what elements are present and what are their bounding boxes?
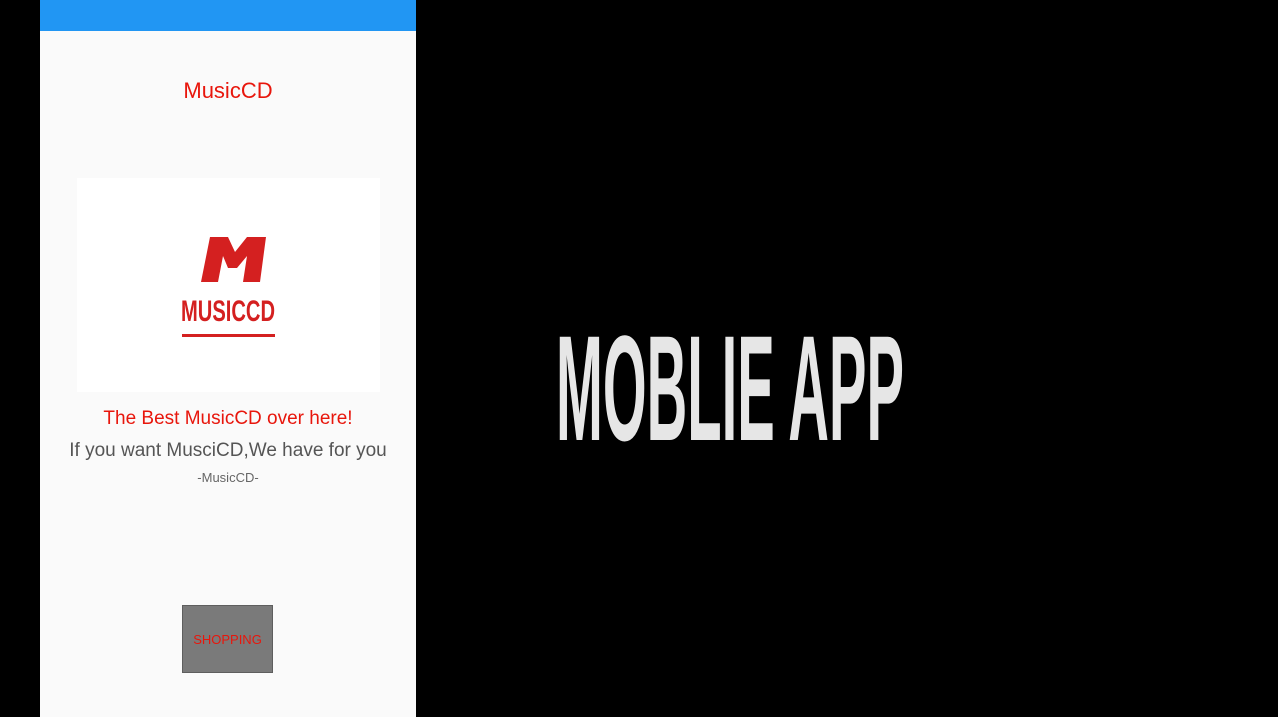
phone-screen: MusicCD MUSICCD The Best MusicCD over he…	[40, 0, 416, 717]
m-mark-icon	[201, 237, 266, 282]
shopping-button[interactable]: SHOPPING	[182, 605, 273, 673]
tagline-signature: -MusicCD-	[197, 470, 259, 485]
banner-title-graphic: MOBLIE APP	[556, 304, 904, 472]
logo-wordmark: MUSICCD	[181, 295, 275, 328]
app-title: MusicCD	[183, 78, 273, 103]
tagline-subline: If you want MusciCD,We have for you	[69, 440, 387, 461]
banner-title: MOBLIE APP	[556, 304, 916, 472]
shopping-button-label: SHOPPING	[193, 631, 262, 647]
logo-card: MUSICCD	[77, 178, 380, 392]
musiccd-logo: MUSICCD	[181, 237, 275, 337]
video-frame: MusicCD MUSICCD The Best MusicCD over he…	[0, 0, 1278, 717]
logo-underline	[182, 334, 275, 337]
banner-title-text: MOBLIE APP	[556, 312, 904, 452]
tagline-headline: The Best MusicCD over here!	[103, 408, 353, 429]
status-bar	[40, 0, 416, 31]
